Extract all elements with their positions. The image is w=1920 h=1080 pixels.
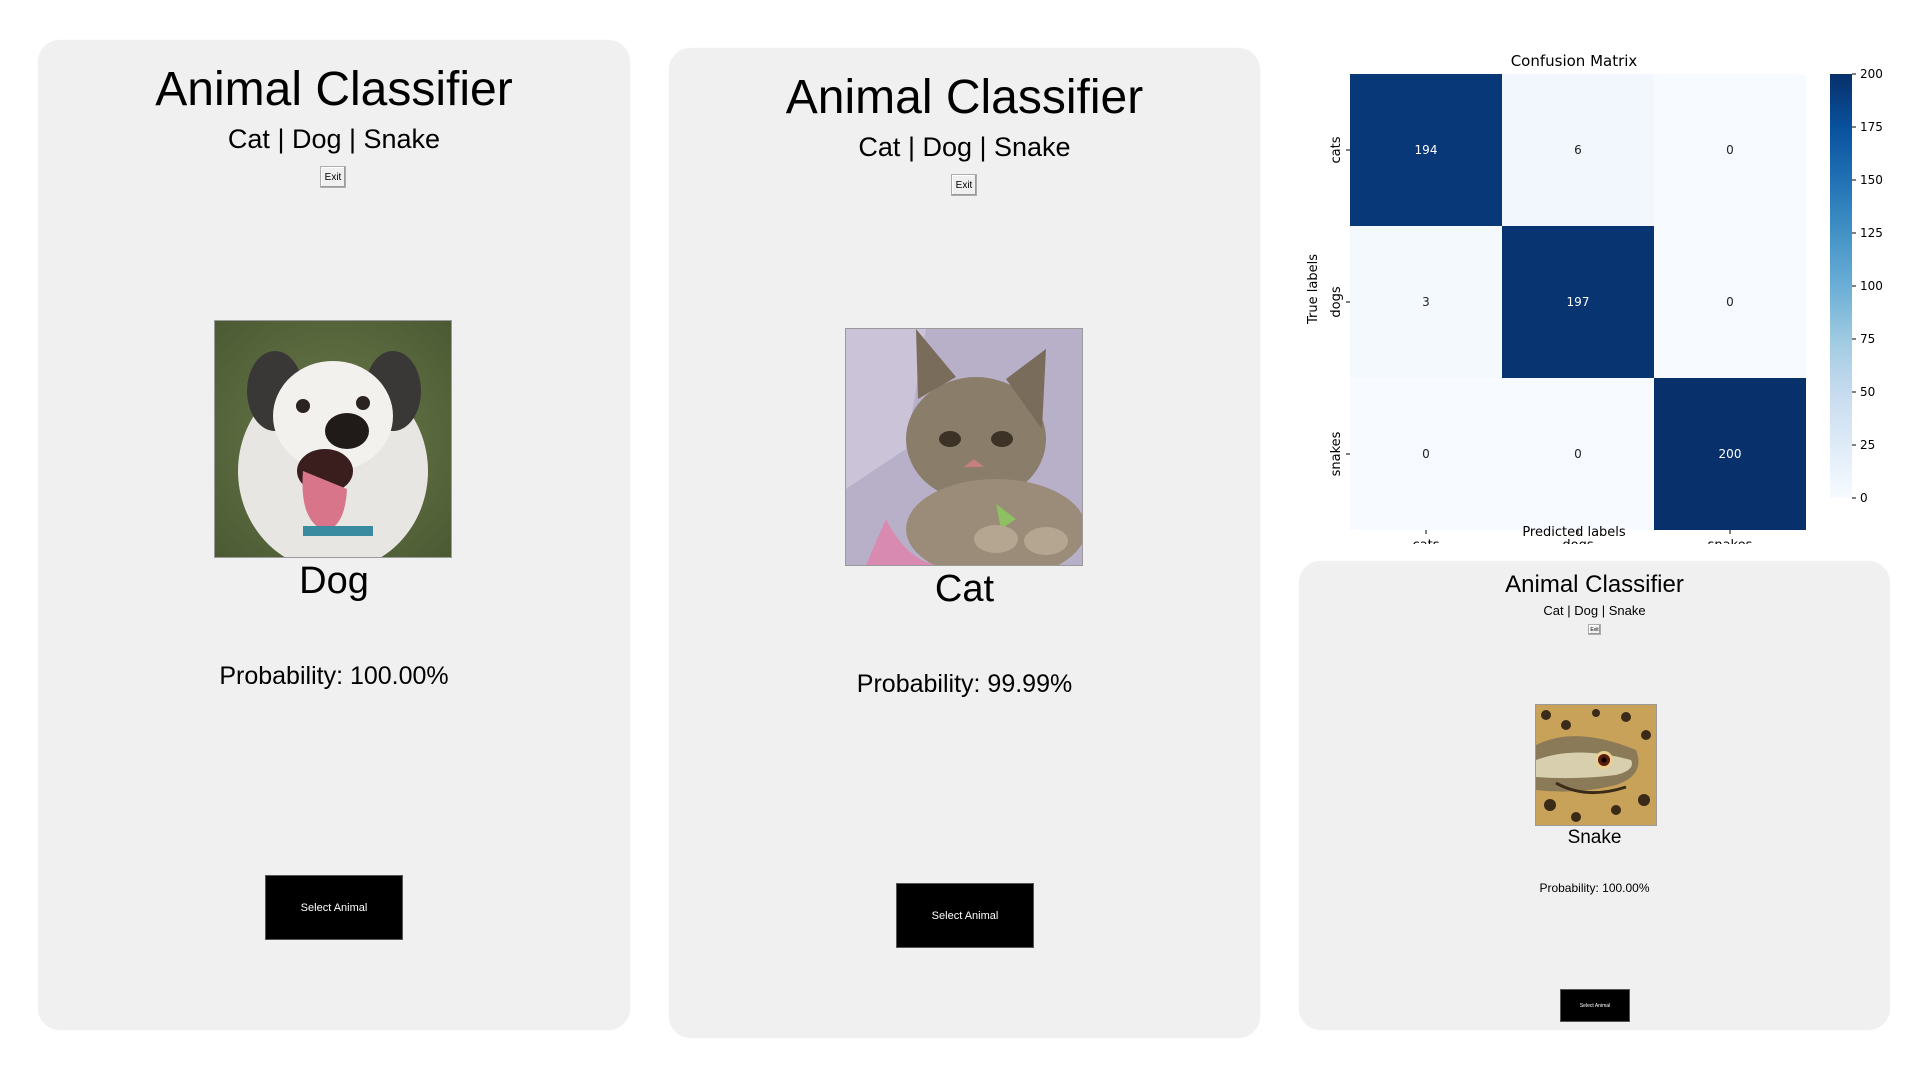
prediction-label: Cat	[934, 568, 995, 610]
select-animal-button[interactable]: Select Animal	[896, 883, 1034, 948]
cell-value-label: 194	[1415, 143, 1438, 157]
app-window-dog: Animal Classifier Cat | Dog | Snake Exit…	[38, 40, 630, 1030]
x-axis-label: Predicted labels	[1522, 525, 1626, 540]
cell-value-label: 197	[1567, 295, 1590, 309]
colorbar	[1830, 74, 1852, 498]
prediction-label: Dog	[299, 560, 369, 602]
colorbar-tick-label: 125	[1860, 226, 1883, 240]
exit-button[interactable]: Exit	[951, 174, 977, 196]
chart-title: Confusion Matrix	[1511, 52, 1638, 70]
x-tick-label: cats	[1413, 538, 1440, 544]
app-title: Animal Classifier	[785, 71, 1144, 124]
exit-button[interactable]: Exit	[320, 166, 346, 188]
dog-photo-graphic	[215, 321, 451, 557]
y-axis-label: True labels	[1306, 254, 1321, 325]
colorbar-tick-label: 75	[1860, 332, 1875, 346]
app-subtitle: Cat | Dog | Snake	[227, 124, 441, 154]
colorbar-tick-label: 100	[1860, 279, 1883, 293]
cell-value-label: 3	[1422, 295, 1430, 309]
probability-text: Probability: 100.00%	[219, 662, 449, 690]
cell-value-label: 0	[1726, 295, 1734, 309]
cell-value-label: 0	[1422, 447, 1430, 461]
x-tick-label: snakes	[1708, 538, 1753, 544]
y-tick-label: cats	[1329, 136, 1344, 163]
app-window-cat: Animal Classifier Cat | Dog | Snake Exit…	[669, 48, 1260, 1038]
select-animal-button[interactable]: Select Animal	[265, 875, 403, 940]
cell-value-label: 6	[1574, 143, 1582, 157]
app-window-snake: Animal Classifier Cat | Dog | Snake Exit…	[1299, 561, 1890, 1030]
select-animal-button[interactable]: Select Animal	[1560, 989, 1630, 1022]
app-title: Animal Classifier	[1505, 571, 1684, 598]
exit-button[interactable]: Exit	[1588, 624, 1601, 635]
colorbar-tick-label: 0	[1860, 491, 1868, 505]
cell-value-label: 0	[1726, 143, 1734, 157]
confusion-matrix-svg: Confusion Matrix 194 6 0 3 197 0 0 0 200 cats dog…	[1306, 52, 1883, 553]
animal-image-snake	[1535, 704, 1657, 826]
animal-image-dog	[214, 320, 452, 558]
app-subtitle: Cat | Dog | Snake	[1543, 603, 1646, 618]
probability-text: Probability: 100.00%	[1539, 881, 1650, 895]
snake-photo-graphic	[1536, 705, 1656, 825]
cell-value-label: 0	[1574, 447, 1582, 461]
app-title: Animal Classifier	[155, 63, 513, 116]
confusion-matrix-chart: Confusion Matrix 194 6 0 3 197 0 0 0 200 cats dog…	[1296, 44, 1896, 553]
colorbar-tick-label: 175	[1860, 120, 1883, 134]
colorbar-tick-label: 150	[1860, 173, 1883, 187]
probability-text: Probability: 99.99%	[856, 670, 1073, 698]
y-tick-label: dogs	[1329, 286, 1344, 317]
y-tick-label: snakes	[1329, 431, 1344, 476]
cat-photo-graphic	[846, 329, 1082, 565]
colorbar-tick-label: 25	[1860, 438, 1875, 452]
colorbar-tick-label: 200	[1860, 67, 1883, 81]
colorbar-tick-label: 50	[1860, 385, 1875, 399]
cell-value-label: 200	[1719, 447, 1742, 461]
app-subtitle: Cat | Dog | Snake	[858, 132, 1071, 162]
prediction-label: Snake	[1567, 827, 1622, 848]
animal-image-cat	[845, 328, 1083, 566]
